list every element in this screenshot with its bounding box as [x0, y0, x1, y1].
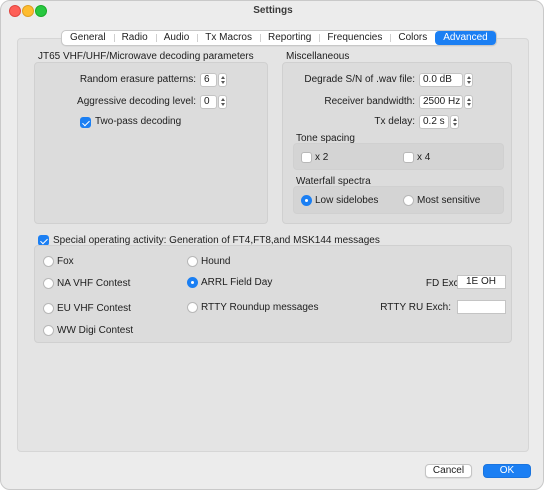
random-erasure-spinbox[interactable]: 6 — [200, 73, 217, 87]
special-activity-box: Fox Hound NA VHF Contest ARRL Field Day … — [34, 245, 512, 343]
advanced-tab-panel: JT65 VHF/UHF/Microwave decoding paramete… — [17, 38, 529, 452]
low-sidelobes-radio[interactable] — [301, 195, 312, 206]
ok-button[interactable]: OK — [483, 464, 531, 478]
hound-radio[interactable] — [187, 256, 198, 267]
tab-advanced[interactable]: Advanced — [435, 31, 496, 45]
tone-x2-label: x 2 — [315, 152, 329, 163]
tab-colors[interactable]: Colors — [390, 31, 435, 45]
settings-tab-bar: General Radio Audio Tx Macros Reporting … — [61, 30, 497, 46]
cancel-button[interactable]: Cancel — [425, 464, 472, 478]
arrl-field-day-label: ARRL Field Day — [201, 277, 273, 288]
jt65-group-title: JT65 VHF/UHF/Microwave decoding paramete… — [38, 51, 254, 62]
ww-digi-contest-radio[interactable] — [43, 325, 54, 336]
tab-frequencies[interactable]: Frequencies — [319, 31, 390, 45]
degrade-sn-label: Degrade S/N of .wav file: — [304, 74, 415, 85]
two-pass-label: Two-pass decoding — [95, 116, 182, 127]
rtty-ru-exch-field[interactable] — [457, 300, 506, 314]
window-title: Settings — [253, 5, 293, 16]
most-sensitive-radio[interactable] — [403, 195, 414, 206]
tx-delay-spinbox[interactable]: 0.2 s — [419, 115, 449, 129]
random-erasure-stepper[interactable] — [218, 73, 227, 87]
tab-audio[interactable]: Audio — [155, 31, 198, 45]
arrl-field-day-radio[interactable] — [187, 277, 198, 288]
tx-delay-stepper[interactable] — [450, 115, 459, 129]
title-bar: Settings — [1, 1, 543, 23]
tab-general[interactable]: General — [62, 31, 114, 45]
waterfall-box: Low sidelobes Most sensitive — [293, 186, 504, 214]
misc-group-title: Miscellaneous — [286, 51, 350, 62]
aggressive-decoding-label: Aggressive decoding level: — [77, 96, 196, 107]
rtty-roundup-radio[interactable] — [187, 302, 198, 313]
receiver-bandwidth-stepper[interactable] — [464, 95, 473, 109]
ww-digi-contest-label: WW Digi Contest — [57, 325, 134, 336]
aggressive-decoding-stepper[interactable] — [218, 95, 227, 109]
rtty-roundup-label: RTTY Roundup messages — [201, 302, 319, 313]
two-pass-checkbox[interactable] — [80, 117, 91, 128]
most-sensitive-label: Most sensitive — [417, 195, 481, 206]
tx-delay-label: Tx delay: — [374, 116, 415, 127]
degrade-sn-stepper[interactable] — [464, 73, 473, 87]
jt65-group-box: Random erasure patterns: 6 Aggressive de… — [34, 62, 268, 224]
tab-tx-macros[interactable]: Tx Macros — [197, 31, 260, 45]
aggressive-decoding-spinbox[interactable]: 0 — [200, 95, 217, 109]
misc-group-box: Degrade S/N of .wav file: 0.0 dB Receive… — [282, 62, 512, 224]
random-erasure-label: Random erasure patterns: — [79, 74, 196, 85]
na-vhf-contest-label: NA VHF Contest — [57, 278, 131, 289]
eu-vhf-contest-label: EU VHF Contest — [57, 303, 131, 314]
fd-exch-field[interactable]: 1E OH — [457, 275, 506, 289]
tone-spacing-box: x 2 x 4 — [293, 143, 504, 170]
receiver-bandwidth-label: Receiver bandwidth: — [324, 96, 415, 107]
fd-exch-label: FD Exch: — [425, 278, 467, 289]
na-vhf-contest-radio[interactable] — [43, 278, 54, 289]
tab-reporting[interactable]: Reporting — [259, 31, 319, 45]
tone-x4-label: x 4 — [417, 152, 431, 163]
eu-vhf-contest-radio[interactable] — [43, 303, 54, 314]
degrade-sn-spinbox[interactable]: 0.0 dB — [419, 73, 463, 87]
tone-x4-checkbox[interactable] — [403, 152, 414, 163]
fox-label: Fox — [57, 256, 74, 267]
receiver-bandwidth-spinbox[interactable]: 2500 Hz — [419, 95, 463, 109]
low-sidelobes-label: Low sidelobes — [315, 195, 379, 206]
hound-label: Hound — [201, 256, 231, 267]
settings-window: Settings JT65 VHF/UHF/Microwave decoding… — [0, 0, 544, 490]
tone-x2-checkbox[interactable] — [301, 152, 312, 163]
tab-radio[interactable]: Radio — [113, 31, 156, 45]
fox-radio[interactable] — [43, 256, 54, 267]
rtty-ru-exch-label: RTTY RU Exch: — [380, 302, 451, 313]
